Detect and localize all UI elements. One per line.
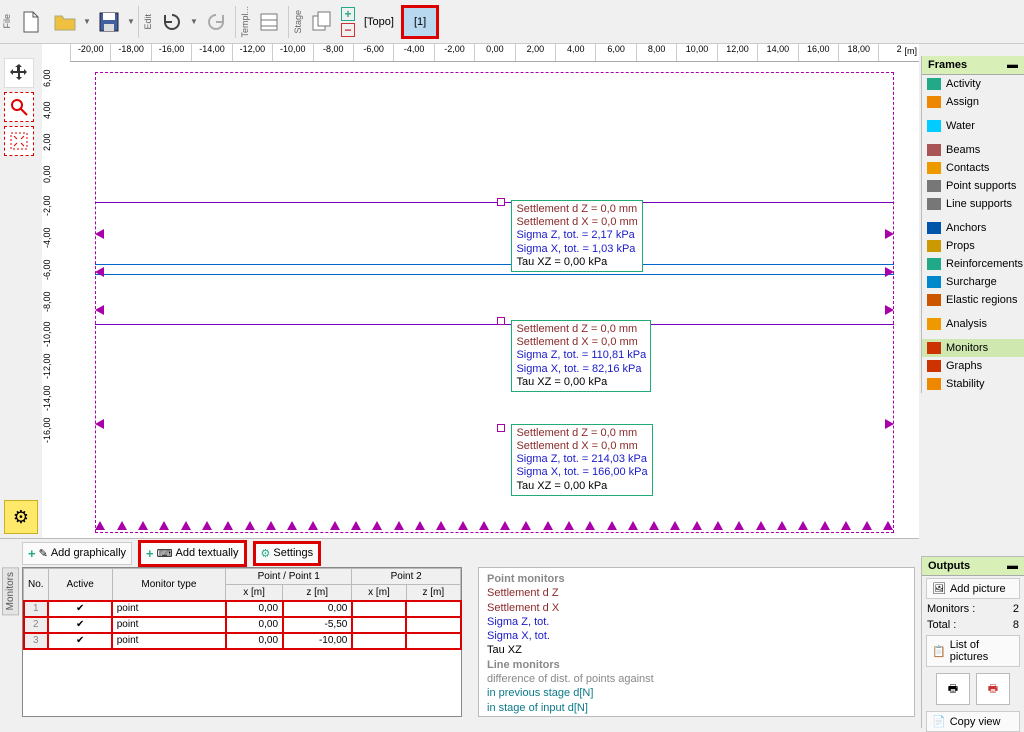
monitor-label-3: Settlement d Z = 0,0 mmSettlement d X = …	[511, 424, 652, 496]
ruler-horizontal: -20,00-18,00-16,00-14,00-12,00-10,00-8,0…	[70, 44, 919, 62]
monitors-tab[interactable]: Monitors	[2, 567, 19, 615]
stage-label: Stage	[291, 8, 305, 36]
table-row[interactable]: 3✔point0,00-10,00	[24, 633, 461, 649]
main-toolbar: File ▼ ▼ Edit ▼ Templ... Stage + − [Topo…	[0, 0, 1024, 44]
table-row[interactable]: 2✔point0,00-5,50	[24, 617, 461, 633]
ruler-units: [m]	[905, 46, 918, 56]
add-graphically-button[interactable]: +✎Add graphically	[22, 542, 132, 565]
stage-add-button[interactable]: +	[341, 7, 355, 21]
save-button[interactable]	[92, 2, 126, 42]
frame-item-line-supports[interactable]: Line supports	[922, 195, 1024, 213]
new-file-button[interactable]	[14, 2, 48, 42]
monitors-table[interactable]: No.ActiveMonitor typePoint / Point 1Poin…	[22, 567, 462, 717]
model-viewport[interactable]: -20,00-18,00-16,00-14,00-12,00-10,00-8,0…	[42, 44, 919, 538]
monitors-count-label: Monitors :	[927, 603, 975, 615]
frames-title: Frames	[928, 59, 967, 71]
undo-button[interactable]	[155, 2, 189, 42]
frame-item-contacts[interactable]: Contacts	[922, 159, 1024, 177]
edit-label: Edit	[141, 12, 155, 32]
monitor-label-2: Settlement d Z = 0,0 mmSettlement d X = …	[511, 320, 651, 392]
ruler-vertical: 6,004,002,000,00-2,00-4,00-6,00-8,00-10,…	[42, 62, 70, 538]
frame-item-analysis[interactable]: Analysis	[922, 315, 1024, 333]
open-dropdown[interactable]: ▼	[82, 17, 92, 26]
frame-item-props[interactable]: Props	[922, 237, 1024, 255]
monitors-panel: Monitors +✎Add graphically +⌨Add textual…	[0, 538, 919, 728]
stage-remove-button[interactable]: −	[341, 23, 355, 37]
print-button[interactable]: 🖶	[936, 673, 970, 705]
outputs-title: Outputs	[928, 560, 970, 572]
frames-panel: Frames ▬ ActivityAssign Water BeamsContacts…	[921, 56, 1024, 393]
template-label: Templ...	[238, 4, 252, 40]
total-count-label: Total :	[927, 619, 956, 631]
stage-1-tab[interactable]: [1]	[401, 5, 439, 39]
table-row[interactable]: 1✔point0,000,00	[24, 601, 461, 617]
frame-item-water[interactable]: Water	[922, 117, 1024, 135]
monitor-label-1: Settlement d Z = 0,0 mmSettlement d X = …	[511, 200, 642, 272]
zoom-button[interactable]	[4, 92, 34, 122]
undo-dropdown[interactable]: ▼	[189, 17, 199, 26]
fit-button[interactable]	[4, 126, 34, 156]
outputs-collapse-icon[interactable]: ▬	[1007, 560, 1018, 572]
frame-item-monitors[interactable]: Monitors	[922, 339, 1024, 357]
frame-item-anchors[interactable]: Anchors	[922, 219, 1024, 237]
frames-collapse-icon[interactable]: ▬	[1007, 59, 1018, 71]
frame-item-point-supports[interactable]: Point supports	[922, 177, 1024, 195]
frame-item-elastic-regions[interactable]: Elastic regions	[922, 291, 1024, 309]
print-color-button[interactable]: 🖶	[976, 673, 1010, 705]
settings-gear-button[interactable]: ⚙	[4, 500, 38, 534]
total-count-value: 8	[1013, 619, 1019, 631]
add-textually-button[interactable]: +⌨Add textually	[138, 540, 246, 567]
frame-item-reinforcements[interactable]: Reinforcements	[922, 255, 1024, 273]
add-picture-button[interactable]: 🖼Add picture	[926, 578, 1020, 599]
outputs-panel: Outputs ▬ 🖼Add picture Monitors : 2 Total …	[921, 556, 1024, 728]
frame-item-beams[interactable]: Beams	[922, 141, 1024, 159]
save-dropdown[interactable]: ▼	[126, 17, 136, 26]
list-pictures-button[interactable]: 📋List of pictures	[926, 635, 1020, 667]
template-button[interactable]	[252, 2, 286, 42]
stage-copy-button[interactable]	[305, 2, 339, 42]
monitor-settings-button[interactable]: ⚙Settings	[253, 541, 322, 566]
monitor-info-panel: Point monitors Settlement d Z Settlement…	[478, 567, 915, 717]
topo-tab[interactable]: [Topo]	[357, 11, 401, 33]
redo-button[interactable]	[199, 2, 233, 42]
monitors-count-value: 2	[1013, 603, 1019, 615]
frame-item-graphs[interactable]: Graphs	[922, 357, 1024, 375]
frame-item-surcharge[interactable]: Surcharge	[922, 273, 1024, 291]
frame-item-stability[interactable]: Stability	[922, 375, 1024, 393]
pan-button[interactable]	[4, 58, 34, 88]
frame-item-assign[interactable]: Assign	[922, 93, 1024, 111]
file-label: File	[0, 12, 14, 31]
view-tools	[4, 58, 38, 156]
open-file-button[interactable]	[48, 2, 82, 42]
copy-view-button[interactable]: 📄Copy view	[926, 711, 1020, 732]
frame-item-activity[interactable]: Activity	[922, 75, 1024, 93]
